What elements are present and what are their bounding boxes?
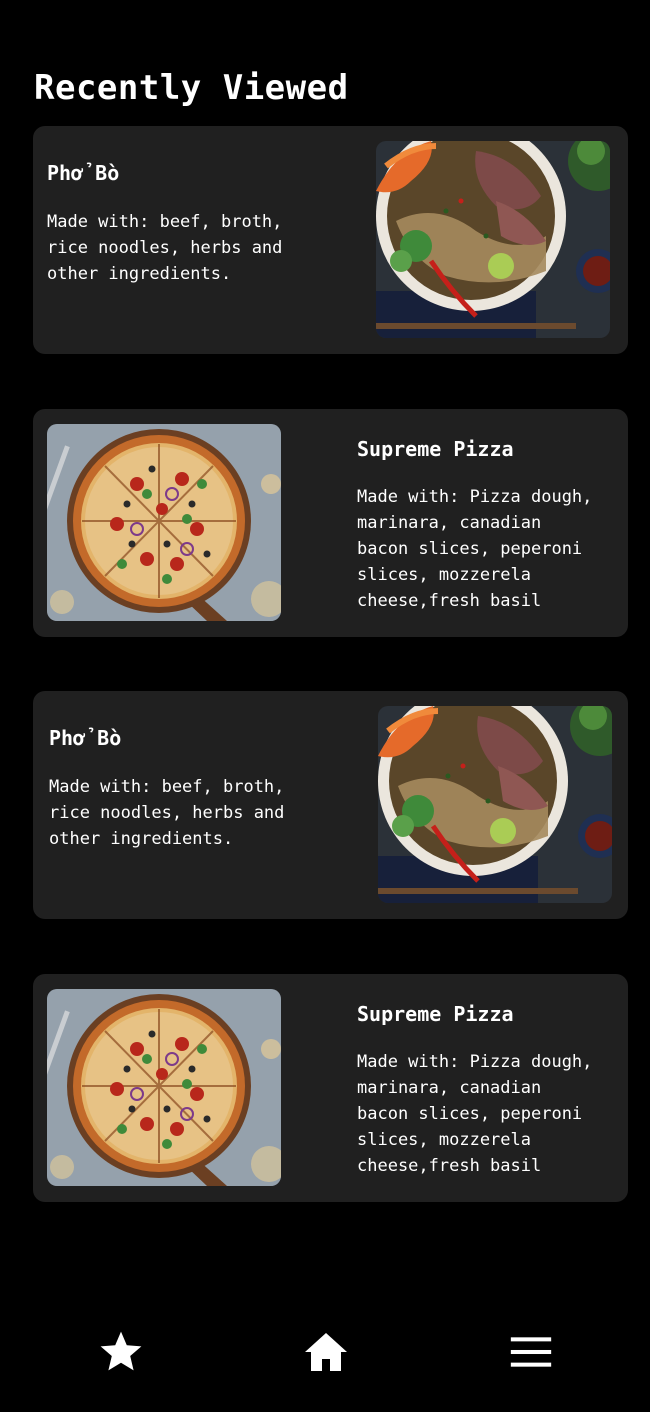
recent-item-card[interactable]: Phở Bò Made with: beef, broth, rice nood… [33, 691, 628, 919]
hamburger-menu-icon [510, 1337, 552, 1367]
recent-item-card[interactable]: Supreme Pizza Made with: Pizza dough, ma… [33, 409, 628, 637]
favorites-nav-button[interactable] [93, 1324, 149, 1380]
recent-item-description: Made with: beef, broth, rice noodles, he… [47, 212, 283, 284]
recent-item-title: Supreme Pizza [357, 1002, 514, 1026]
recent-item-description: Made with: beef, broth, rice noodles, he… [49, 777, 285, 849]
menu-nav-button[interactable] [503, 1324, 559, 1380]
pho-bowl-photo [378, 706, 612, 903]
recent-item-title: Phở Bò [47, 161, 120, 185]
star-icon [100, 1331, 142, 1371]
bottom-nav [0, 1310, 650, 1390]
recent-item-title: Supreme Pizza [357, 437, 514, 461]
supreme-pizza-photo [47, 989, 281, 1186]
recent-item-description: Made with: Pizza dough, marinara, canadi… [357, 1052, 593, 1176]
home-icon [305, 1333, 347, 1371]
recent-item-card[interactable]: Supreme Pizza Made with: Pizza dough, ma… [33, 974, 628, 1202]
pho-bowl-photo [376, 141, 610, 338]
recent-item-description: Made with: Pizza dough, marinara, canadi… [357, 487, 593, 611]
supreme-pizza-photo [47, 424, 281, 621]
home-nav-button[interactable] [298, 1324, 354, 1380]
page-title: Recently Viewed [34, 68, 349, 108]
recent-item-title: Phở Bò [49, 726, 122, 750]
recent-item-card[interactable]: Phở Bò Made with: beef, broth, rice nood… [33, 126, 628, 354]
